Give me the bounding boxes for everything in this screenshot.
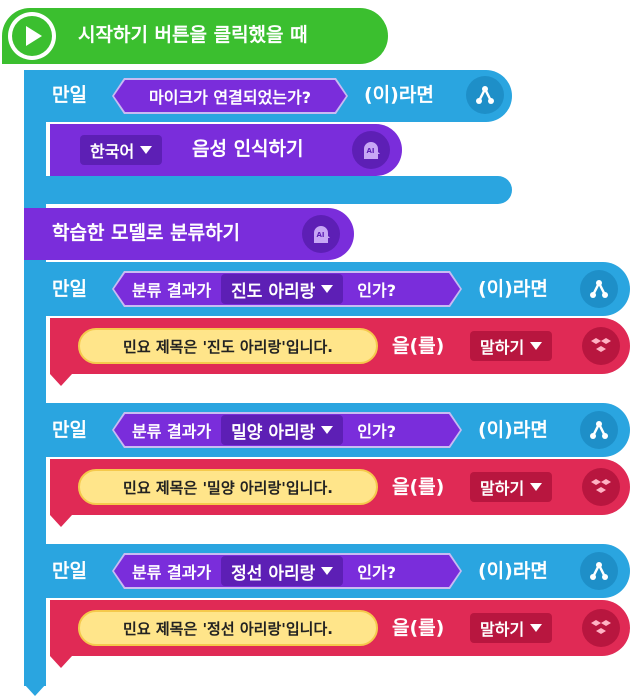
start-label: 시작하기 버튼을 클릭했을 때 bbox=[78, 24, 308, 46]
chevron-down-icon bbox=[321, 285, 333, 293]
classify-label: 학습한 모델로 분류하기 bbox=[52, 222, 241, 244]
block-connector bbox=[50, 374, 72, 386]
speech-text-value: 민요 제목은 '정선 아리랑'입니다. bbox=[123, 619, 333, 638]
ai-head-icon: AI bbox=[302, 215, 340, 253]
flow-icon bbox=[466, 76, 504, 114]
stt-label: 음성 인식하기 bbox=[192, 138, 304, 160]
play-button-icon bbox=[8, 12, 56, 60]
class-dropdown[interactable]: 밀양 아리랑 bbox=[221, 415, 343, 445]
if-prefix: 만일 bbox=[52, 419, 87, 441]
if-suffix: (이)라면 bbox=[364, 84, 434, 106]
speech-text-input[interactable]: 민요 제목은 '밀양 아리랑'입니다. bbox=[78, 469, 378, 505]
if-suffix: (이)라면 bbox=[478, 278, 548, 300]
flow-icon bbox=[580, 552, 618, 590]
if-prefix: 만일 bbox=[52, 278, 87, 300]
flow-icon bbox=[580, 411, 618, 449]
chevron-down-icon bbox=[140, 146, 153, 154]
condition-text: 마이크가 연결되었는가? bbox=[148, 88, 312, 107]
speak-action-value: 말하기 bbox=[480, 338, 525, 357]
if-prefix: 만일 bbox=[52, 560, 87, 582]
condition-suffix: 인가? bbox=[357, 422, 397, 441]
if-suffix: (이)라면 bbox=[478, 560, 548, 582]
condition-classification-result[interactable]: 분류 결과가 정선 아리랑 인가? bbox=[112, 553, 462, 589]
chevron-down-icon bbox=[321, 567, 333, 575]
speak-action-dropdown[interactable]: 말하기 bbox=[470, 331, 553, 361]
svg-text:AI: AI bbox=[316, 231, 324, 239]
speak-icon bbox=[582, 327, 620, 365]
speech-text-input[interactable]: 민요 제목은 '진도 아리랑'입니다. bbox=[78, 328, 378, 364]
speak-icon bbox=[582, 468, 620, 506]
svg-text:AI: AI bbox=[366, 147, 374, 155]
condition-mic-connected[interactable]: 마이크가 연결되었는가? bbox=[112, 78, 348, 114]
speak-action-dropdown[interactable]: 말하기 bbox=[470, 613, 553, 643]
condition-suffix: 인가? bbox=[357, 281, 397, 300]
block-connector bbox=[50, 656, 72, 668]
condition-suffix: 인가? bbox=[357, 563, 397, 582]
outer-if-block-bottom bbox=[24, 176, 512, 204]
speech-text-value: 민요 제목은 '진도 아리랑'입니다. bbox=[123, 337, 333, 356]
chevron-down-icon bbox=[530, 342, 543, 350]
class-dropdown[interactable]: 정선 아리랑 bbox=[221, 556, 343, 586]
class-value: 정선 아리랑 bbox=[231, 563, 316, 584]
speak-icon bbox=[582, 609, 620, 647]
speak-action-value: 말하기 bbox=[480, 479, 525, 498]
particle-label: 을(를) bbox=[392, 476, 445, 498]
flow-icon bbox=[580, 270, 618, 308]
particle-label: 을(를) bbox=[392, 617, 445, 639]
chevron-down-icon bbox=[321, 426, 333, 434]
class-dropdown[interactable]: 진도 아리랑 bbox=[221, 274, 343, 304]
speak-action-value: 말하기 bbox=[480, 620, 525, 639]
condition-classification-result[interactable]: 분류 결과가 밀양 아리랑 인가? bbox=[112, 412, 462, 448]
class-value: 진도 아리랑 bbox=[231, 281, 316, 302]
condition-label: 분류 결과가 bbox=[132, 563, 212, 582]
ai-head-icon: AI bbox=[352, 131, 390, 169]
language-dropdown[interactable]: 한국어 bbox=[80, 135, 163, 165]
chevron-down-icon bbox=[530, 624, 543, 632]
chevron-down-icon bbox=[530, 483, 543, 491]
class-value: 밀양 아리랑 bbox=[231, 422, 316, 443]
condition-label: 분류 결과가 bbox=[132, 422, 212, 441]
speech-text-value: 민요 제목은 '밀양 아리랑'입니다. bbox=[123, 478, 333, 497]
block-connector bbox=[50, 515, 72, 527]
language-value: 한국어 bbox=[90, 142, 135, 161]
condition-label: 분류 결과가 bbox=[132, 281, 212, 300]
particle-label: 을(를) bbox=[392, 335, 445, 357]
speak-action-dropdown[interactable]: 말하기 bbox=[470, 472, 553, 502]
if-prefix: 만일 bbox=[52, 84, 87, 106]
speech-text-input[interactable]: 민요 제목은 '정선 아리랑'입니다. bbox=[78, 610, 378, 646]
condition-classification-result[interactable]: 분류 결과가 진도 아리랑 인가? bbox=[112, 271, 462, 307]
block-bottom-notch bbox=[24, 684, 46, 696]
if-suffix: (이)라면 bbox=[478, 419, 548, 441]
